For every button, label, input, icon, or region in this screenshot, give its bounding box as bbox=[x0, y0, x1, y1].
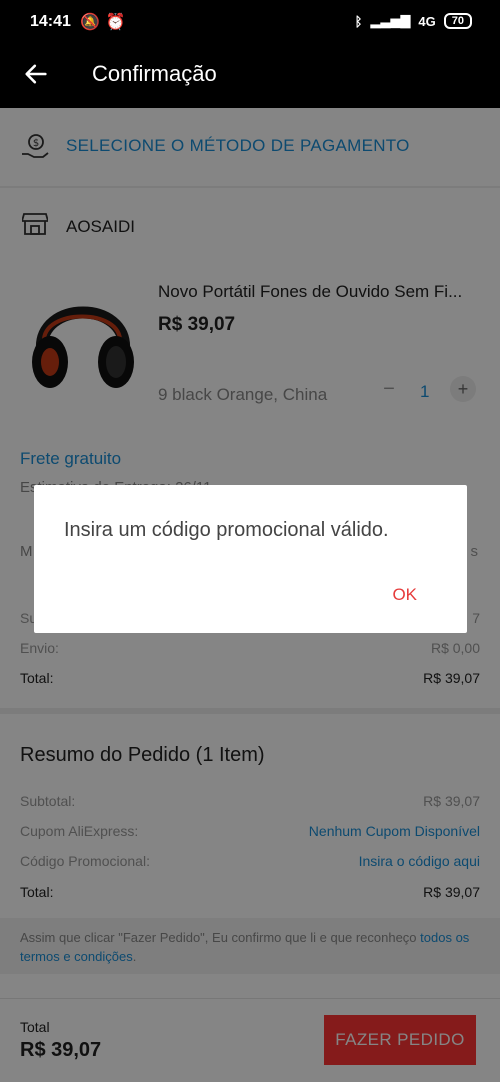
bell-off-icon: 🔕 bbox=[80, 14, 106, 31]
dialog-message: Insira um código promocional válido. bbox=[64, 519, 389, 541]
dialog-ok-button[interactable]: OK bbox=[392, 585, 417, 605]
signal-icon: ▂▃▅▇ bbox=[370, 13, 411, 28]
promo-error-dialog: Insira um código promocional válido. OK bbox=[34, 485, 467, 633]
page-title: Confirmação bbox=[92, 61, 217, 86]
network-type: 4G bbox=[418, 13, 436, 29]
notification-icons: 🔕⏰ bbox=[80, 12, 132, 32]
alarm-icon: ⏰ bbox=[105, 14, 132, 31]
status-bar: 14:41 🔕⏰ ᛒ ▂▃▅▇ 4G 70 bbox=[0, 0, 500, 46]
status-right: ᛒ ▂▃▅▇ 4G 70 bbox=[355, 13, 472, 29]
app-bar: Confirmação bbox=[0, 46, 500, 108]
status-time: 14:41 bbox=[30, 13, 71, 30]
battery-icon: 70 bbox=[443, 13, 472, 29]
bluetooth-icon: ᛒ bbox=[354, 13, 363, 29]
back-arrow-icon[interactable] bbox=[22, 60, 50, 88]
